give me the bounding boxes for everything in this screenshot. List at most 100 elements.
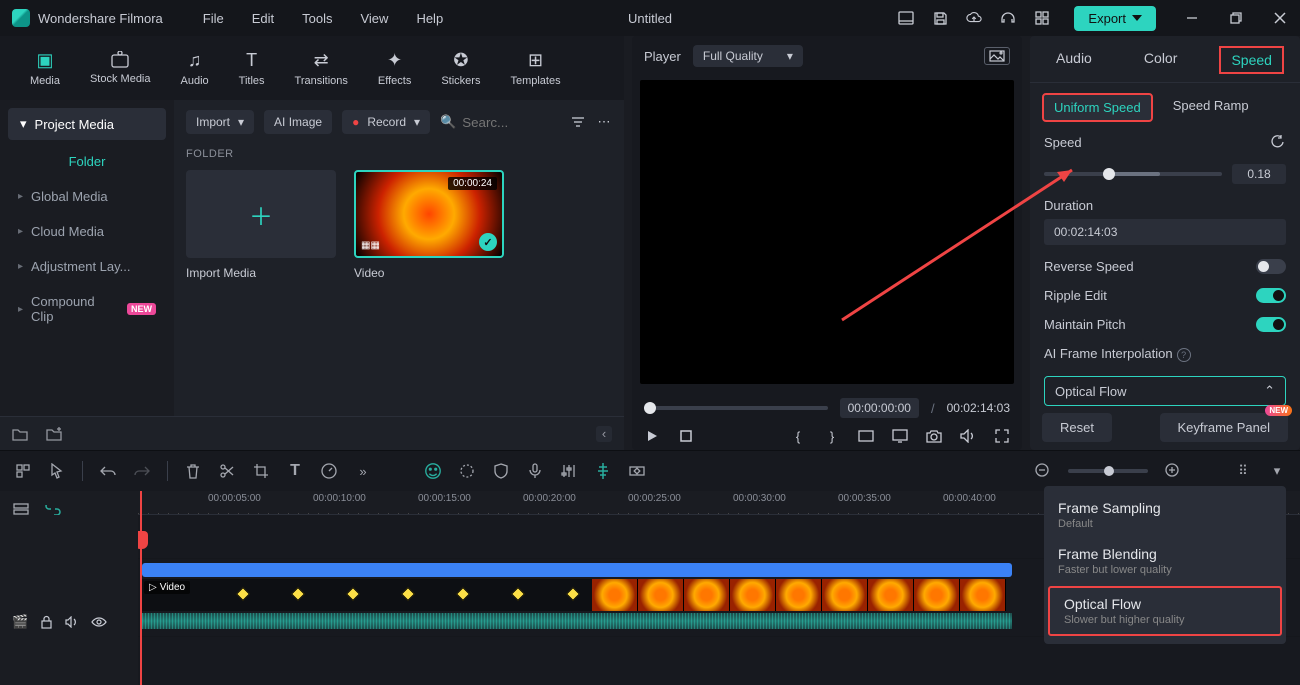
ai-image-button[interactable]: AI Image xyxy=(264,110,332,134)
tab-templates[interactable]: ⊞Templates xyxy=(510,50,560,87)
playhead[interactable] xyxy=(140,491,142,685)
display-icon[interactable] xyxy=(892,428,908,444)
grid-view-icon[interactable]: ⠿ xyxy=(1234,462,1252,480)
snapshot-icon[interactable] xyxy=(984,47,1010,65)
keyframe-icon[interactable] xyxy=(628,462,646,480)
tab-stickers[interactable]: ✪Stickers xyxy=(441,50,480,87)
fullscreen-icon[interactable] xyxy=(994,428,1010,444)
shield-icon[interactable] xyxy=(492,462,510,480)
subtab-uniform-speed[interactable]: Uniform Speed xyxy=(1042,93,1153,122)
speed-slider[interactable] xyxy=(1044,172,1222,176)
sidebar-item-compound-clip[interactable]: ▸Compound ClipNEW xyxy=(8,284,166,334)
filter-icon[interactable] xyxy=(570,114,586,130)
new-bin-icon[interactable] xyxy=(46,426,62,442)
sidebar-item-cloud-media[interactable]: ▸Cloud Media xyxy=(8,214,166,249)
link-icon[interactable] xyxy=(44,501,62,519)
mic-icon[interactable] xyxy=(526,462,544,480)
inspector-tab-speed[interactable]: Speed xyxy=(1219,46,1283,74)
save-icon[interactable] xyxy=(932,10,948,26)
select-tool-icon[interactable] xyxy=(14,462,32,480)
import-media-placeholder[interactable]: ＋ xyxy=(186,170,336,258)
help-icon[interactable]: ? xyxy=(1177,348,1191,362)
color-icon[interactable] xyxy=(458,462,476,480)
menu-edit[interactable]: Edit xyxy=(252,11,274,26)
minimize-button[interactable] xyxy=(1184,10,1200,26)
keyframe-panel-button[interactable]: Keyframe PanelNEW xyxy=(1160,413,1289,442)
sidebar-item-adjustment-layer[interactable]: ▸Adjustment Lay... xyxy=(8,249,166,284)
inspector-tab-audio[interactable]: Audio xyxy=(1046,46,1102,74)
reverse-toggle[interactable] xyxy=(1256,259,1286,274)
headset-icon[interactable] xyxy=(1000,10,1016,26)
dd-frame-sampling[interactable]: Frame Sampling Default xyxy=(1044,492,1286,538)
cloud-icon[interactable] xyxy=(966,10,982,26)
chevron-down-icon[interactable]: ▾ xyxy=(1268,462,1286,480)
collapse-icon[interactable]: ‹ xyxy=(596,426,612,442)
camera-icon[interactable] xyxy=(926,428,942,444)
preview-viewport[interactable] xyxy=(640,80,1014,384)
speed-icon[interactable] xyxy=(320,462,338,480)
video-clip-thumb[interactable]: 00:00:24 ▦▦ ✓ xyxy=(354,170,504,258)
delete-icon[interactable] xyxy=(184,462,202,480)
clip-bar[interactable] xyxy=(142,563,1012,577)
split-icon[interactable] xyxy=(218,462,236,480)
subtab-speed-ramping[interactable]: Speed Ramp xyxy=(1163,93,1259,122)
maximize-button[interactable] xyxy=(1228,10,1244,26)
dd-frame-blending[interactable]: Frame Blending Faster but lower quality xyxy=(1044,538,1286,584)
ratio-icon[interactable] xyxy=(858,428,874,444)
text-icon[interactable]: T xyxy=(286,462,304,480)
search-input[interactable]: 🔍 xyxy=(440,114,560,130)
audio-waveform[interactable] xyxy=(142,613,1012,629)
reset-button[interactable]: Reset xyxy=(1042,413,1112,442)
tab-transitions[interactable]: ⇄Transitions xyxy=(295,50,348,87)
tab-titles[interactable]: TTitles xyxy=(239,50,265,87)
menu-help[interactable]: Help xyxy=(416,11,443,26)
cursor-tool-icon[interactable] xyxy=(48,462,66,480)
menu-view[interactable]: View xyxy=(360,11,388,26)
more-icon[interactable]: ⋯ xyxy=(596,114,612,130)
duration-value[interactable]: 00:02:14:03 xyxy=(1044,219,1286,245)
preview-scrubber[interactable] xyxy=(644,406,828,410)
zoom-out-icon[interactable] xyxy=(1034,462,1052,480)
play-button[interactable] xyxy=(644,428,660,444)
redo-icon[interactable] xyxy=(133,462,151,480)
track-mute-icon[interactable] xyxy=(65,616,79,628)
dd-optical-flow[interactable]: Optical Flow Slower but higher quality xyxy=(1048,586,1282,636)
quality-dropdown[interactable]: Full Quality▾ xyxy=(693,45,803,67)
ai-interp-dropdown[interactable]: Optical Flow⌃ xyxy=(1044,376,1286,406)
record-dropdown[interactable]: ●Record▾ xyxy=(342,110,430,134)
new-folder-icon[interactable] xyxy=(12,426,28,442)
layout-icon[interactable] xyxy=(898,10,914,26)
project-media-button[interactable]: ▾Project Media xyxy=(8,108,166,140)
mark-in-icon[interactable]: { xyxy=(790,428,806,444)
ai-face-icon[interactable] xyxy=(424,462,442,480)
tab-media[interactable]: ▣Media xyxy=(30,50,60,87)
track-visible-icon[interactable] xyxy=(91,617,107,627)
mark-out-icon[interactable]: } xyxy=(824,428,840,444)
undo-icon[interactable] xyxy=(99,462,117,480)
ripple-toggle[interactable] xyxy=(1256,288,1286,303)
pitch-toggle[interactable] xyxy=(1256,317,1286,332)
more-tools-icon[interactable]: » xyxy=(354,462,372,480)
track-film-icon[interactable]: 🎬 xyxy=(12,614,28,630)
close-button[interactable] xyxy=(1272,10,1288,26)
reset-icon[interactable] xyxy=(1270,134,1286,150)
tab-effects[interactable]: ✦Effects xyxy=(378,50,411,87)
import-dropdown[interactable]: Import▾ xyxy=(186,110,254,134)
track-lock-icon[interactable] xyxy=(40,615,53,629)
marker-icon[interactable] xyxy=(594,462,612,480)
zoom-slider[interactable] xyxy=(1068,469,1148,473)
zoom-in-icon[interactable] xyxy=(1164,462,1182,480)
crop-icon[interactable] xyxy=(252,462,270,480)
volume-icon[interactable] xyxy=(960,428,976,444)
track-stack-icon[interactable] xyxy=(12,501,30,519)
apps-icon[interactable] xyxy=(1034,10,1050,26)
speed-value[interactable]: 0.18 xyxy=(1232,164,1286,184)
inspector-tab-color[interactable]: Color xyxy=(1134,46,1187,74)
mixer-icon[interactable] xyxy=(560,462,578,480)
folder-tab[interactable]: Folder xyxy=(8,146,166,179)
export-button[interactable]: Export xyxy=(1074,6,1156,31)
menu-file[interactable]: File xyxy=(203,11,224,26)
menu-tools[interactable]: Tools xyxy=(302,11,332,26)
sidebar-item-global-media[interactable]: ▸Global Media xyxy=(8,179,166,214)
current-time[interactable]: 00:00:00:00 xyxy=(840,398,919,418)
